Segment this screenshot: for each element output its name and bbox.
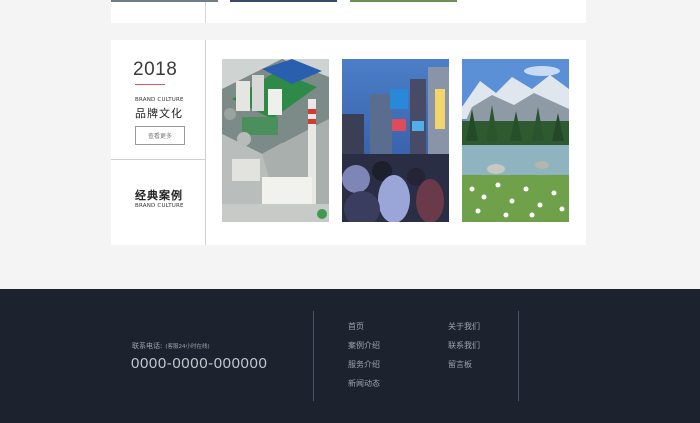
phone-label-text: 联系电话: xyxy=(132,342,163,350)
industrial-plant-photo[interactable] xyxy=(222,59,329,222)
phone-label: 联系电话: (客服24小时在线) xyxy=(132,341,210,351)
case-subtitle-en: BRAND CULTURE xyxy=(135,203,184,209)
top-card-partial xyxy=(111,0,586,23)
footer-link-cases[interactable]: 案例介绍 xyxy=(348,340,380,351)
mountain-lake-image xyxy=(462,59,569,222)
city-crowd-image xyxy=(342,59,449,222)
phone-note: (客服24小时在线) xyxy=(165,344,210,350)
brand-subtitle-en: BRAND CULTURE xyxy=(135,97,184,103)
footer-divider-left xyxy=(313,311,314,401)
footer-link-services[interactable]: 服务介绍 xyxy=(348,359,380,370)
accent-line xyxy=(135,84,165,85)
column-divider xyxy=(205,40,206,245)
industrial-plant-image xyxy=(222,59,329,222)
city-crowd-photo[interactable] xyxy=(342,59,449,222)
phone-number: 0000-0000-000000 xyxy=(131,355,268,372)
mountain-lake-photo[interactable] xyxy=(462,59,569,222)
footer-link-news[interactable]: 新闻动态 xyxy=(348,378,380,389)
section-divider xyxy=(111,159,205,160)
footer-link-guestbook[interactable]: 留言板 xyxy=(448,359,472,370)
top-photo-strip-3 xyxy=(350,0,457,2)
year-label: 2018 xyxy=(133,59,178,80)
brand-info-column: 2018 BRAND CULTURE 品牌文化 查看更多 经典案例 BRAND … xyxy=(111,40,205,245)
view-more-button[interactable]: 查看更多 xyxy=(135,126,185,145)
top-card-divider xyxy=(205,0,206,23)
top-photo-strip-1 xyxy=(111,0,218,2)
footer-link-contact[interactable]: 联系我们 xyxy=(448,340,480,351)
footer-link-about[interactable]: 关于我们 xyxy=(448,321,480,332)
top-photo-strip-2 xyxy=(230,0,337,2)
footer-link-home[interactable]: 首页 xyxy=(348,321,364,332)
brand-title-cn: 品牌文化 xyxy=(135,107,183,120)
case-title-cn: 经典案例 xyxy=(135,189,183,202)
page-footer: 联系电话: (客服24小时在线) 0000-0000-000000 首页 案例介绍… xyxy=(0,289,700,423)
footer-divider-right xyxy=(518,311,519,401)
brand-culture-card: 2018 BRAND CULTURE 品牌文化 查看更多 经典案例 BRAND … xyxy=(111,40,586,245)
